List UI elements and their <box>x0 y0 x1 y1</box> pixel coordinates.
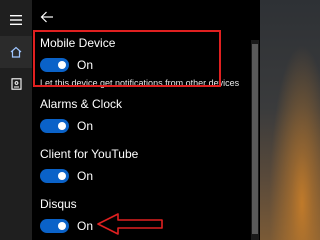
desktop-wallpaper <box>260 0 320 240</box>
setting-client-for-youtube: Client for YouTube On <box>40 147 138 183</box>
toggle-state-label: On <box>77 119 94 133</box>
hamburger-icon <box>10 15 22 25</box>
annotation-arrow-icon <box>97 213 163 235</box>
setting-alarms-clock: Alarms & Clock On <box>40 97 122 133</box>
toggle-state-label: On <box>77 219 94 233</box>
back-arrow-icon[interactable] <box>40 10 54 24</box>
home-icon <box>10 46 22 58</box>
toggle-knob <box>58 122 66 130</box>
setting-disqus: Disqus On <box>40 197 93 233</box>
nav-notebook-button[interactable] <box>0 68 32 100</box>
annotation-highlight-box <box>33 30 221 87</box>
nav-home-button[interactable] <box>0 36 32 68</box>
alarms-clock-toggle[interactable] <box>40 119 69 133</box>
notebook-icon <box>10 78 22 90</box>
toggle-knob <box>58 222 66 230</box>
scrollbar-thumb[interactable] <box>252 44 258 234</box>
toggle-row: On <box>40 119 122 133</box>
left-nav-rail <box>0 0 32 240</box>
vertical-scrollbar[interactable] <box>251 40 259 240</box>
setting-title: Disqus <box>40 197 77 211</box>
toggle-knob <box>58 172 66 180</box>
setting-title: Client for YouTube <box>40 147 139 161</box>
toggle-state-label: On <box>77 169 94 183</box>
toggle-row: On <box>40 219 93 233</box>
client-for-youtube-toggle[interactable] <box>40 169 69 183</box>
setting-title: Alarms & Clock <box>40 97 123 111</box>
menu-button[interactable] <box>0 4 32 36</box>
toggle-row: On <box>40 169 138 183</box>
disqus-toggle[interactable] <box>40 219 69 233</box>
